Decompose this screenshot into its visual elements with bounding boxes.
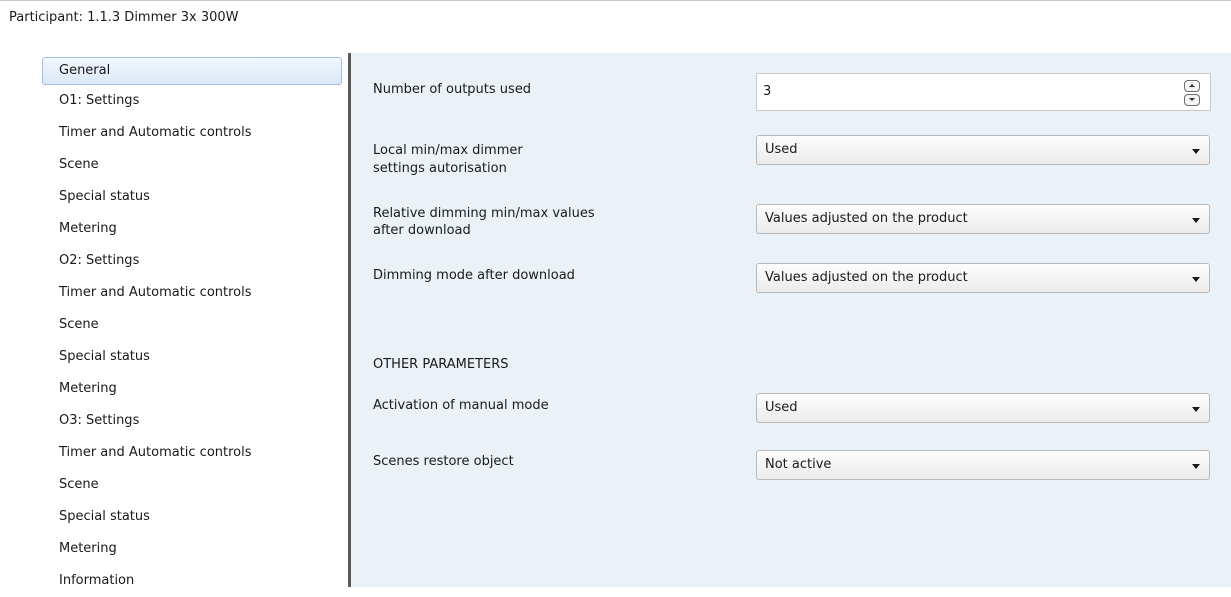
manual-mode-label: Activation of manual mode	[373, 398, 549, 413]
manual-mode-dropdown[interactable]: Used	[756, 393, 1210, 423]
nav-item-o3-timer[interactable]: Timer and Automatic controls	[59, 437, 252, 469]
nav-item-o2-metering[interactable]: Metering	[59, 373, 117, 405]
nav-item-o3-special-status[interactable]: Special status	[59, 501, 150, 533]
scenes-restore-dropdown[interactable]: Not active	[756, 450, 1210, 480]
chevron-down-icon[interactable]	[1184, 94, 1200, 106]
dimming-mode-label: Dimming mode after download	[373, 268, 575, 283]
nav-item-o1-scene[interactable]: Scene	[59, 149, 99, 181]
dropdown-arrow-icon	[1192, 149, 1200, 154]
scenes-restore-value: Not active	[765, 457, 832, 472]
window-title: Participant: 1.1.3 Dimmer 3x 300W	[9, 10, 239, 25]
nav-item-o1-timer[interactable]: Timer and Automatic controls	[59, 117, 252, 149]
nav-item-information[interactable]: Information	[59, 565, 134, 597]
relative-dimming-label-line1: Relative dimming min/max values	[373, 206, 595, 221]
chevron-up-icon[interactable]	[1184, 80, 1200, 92]
relative-dimming-label-line2: after download	[373, 223, 471, 238]
dropdown-arrow-icon	[1192, 218, 1200, 223]
nav-item-o3-metering[interactable]: Metering	[59, 533, 117, 565]
other-parameters-header: OTHER PARAMETERS	[373, 357, 509, 372]
dimming-mode-dropdown[interactable]: Values adjusted on the product	[756, 263, 1210, 293]
outputs-spinbox[interactable]: 3	[756, 73, 1211, 111]
dropdown-arrow-icon	[1192, 464, 1200, 469]
nav-item-o3-settings[interactable]: O3: Settings	[59, 405, 139, 437]
nav-item-o1-special-status[interactable]: Special status	[59, 181, 150, 213]
scenes-restore-label: Scenes restore object	[373, 454, 514, 469]
nav-item-o2-settings[interactable]: O2: Settings	[59, 245, 139, 277]
dimming-mode-value: Values adjusted on the product	[765, 270, 968, 285]
parameters-panel: Number of outputs used 3 Local min/max d…	[351, 53, 1231, 587]
nav-item-o2-special-status[interactable]: Special status	[59, 341, 150, 373]
relative-dimming-dropdown[interactable]: Values adjusted on the product	[756, 204, 1210, 234]
title-bar: Participant: 1.1.3 Dimmer 3x 300W	[0, 0, 1231, 36]
outputs-label: Number of outputs used	[373, 82, 532, 97]
parameter-tree: General O1: Settings Timer and Automatic…	[0, 53, 348, 588]
local-dimmer-value: Used	[765, 142, 798, 157]
local-dimmer-dropdown[interactable]: Used	[756, 135, 1210, 165]
nav-item-o1-settings[interactable]: O1: Settings	[59, 85, 139, 117]
nav-item-general[interactable]: General	[42, 57, 342, 85]
nav-item-o3-scene[interactable]: Scene	[59, 469, 99, 501]
nav-item-o2-timer[interactable]: Timer and Automatic controls	[59, 277, 252, 309]
manual-mode-value: Used	[765, 400, 798, 415]
relative-dimming-value: Values adjusted on the product	[765, 211, 968, 226]
nav-item-o2-scene[interactable]: Scene	[59, 309, 99, 341]
nav-item-o1-metering[interactable]: Metering	[59, 213, 117, 245]
dropdown-arrow-icon	[1192, 277, 1200, 282]
local-dimmer-label-line1: Local min/max dimmer	[373, 143, 523, 158]
dropdown-arrow-icon	[1192, 407, 1200, 412]
local-dimmer-label-line2: settings autorisation	[373, 161, 507, 176]
outputs-value[interactable]: 3	[763, 84, 771, 99]
title-spacer	[0, 35, 1231, 53]
